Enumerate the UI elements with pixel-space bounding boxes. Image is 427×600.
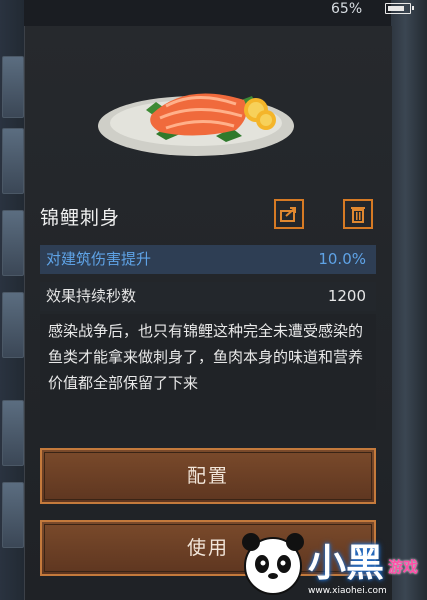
site-watermark: 小黑 游戏 www.xiaohei.com [238, 526, 427, 600]
inventory-slot[interactable] [2, 128, 24, 194]
sashimi-dish-image [98, 93, 294, 156]
delete-button[interactable] [343, 199, 373, 229]
stat-label: 对建筑伤害提升 [46, 250, 152, 268]
status-bar: 65% [317, 0, 427, 18]
share-button[interactable] [274, 199, 304, 229]
configure-button[interactable]: 配置 [40, 448, 376, 504]
item-description: 感染战争后，也只有锦鲤这种完全未遭受感染的鱼类才能拿来做刺身了，鱼肉本身的味道和… [40, 314, 376, 430]
inventory-slot[interactable] [2, 210, 24, 276]
inventory-slot[interactable] [2, 482, 24, 548]
stat-row-duration: 效果持续秒数 1200 [40, 282, 376, 311]
trash-icon [351, 207, 365, 223]
inventory-slot[interactable] [2, 56, 24, 118]
watermark-text: 小黑 [308, 541, 385, 585]
stat-value: 1200 [327, 287, 366, 305]
item-name: 锦鲤刺身 [40, 207, 121, 229]
inventory-list-strip [0, 0, 24, 600]
share-icon [280, 207, 296, 222]
inventory-slot[interactable] [2, 292, 24, 358]
battery-icon [385, 3, 414, 14]
watermark-subtext: 游戏 [388, 558, 419, 576]
stat-label: 效果持续秒数 [46, 287, 137, 305]
battery-percent: 65% [331, 1, 363, 17]
stat-value: 10.0% [318, 250, 366, 268]
inventory-slot[interactable] [2, 400, 24, 466]
panda-logo-icon [242, 533, 304, 595]
stat-row-building-damage: 对建筑伤害提升 10.0% [40, 245, 376, 274]
side-frame [391, 0, 427, 600]
watermark-url: www.xiaohei.com [308, 586, 387, 596]
